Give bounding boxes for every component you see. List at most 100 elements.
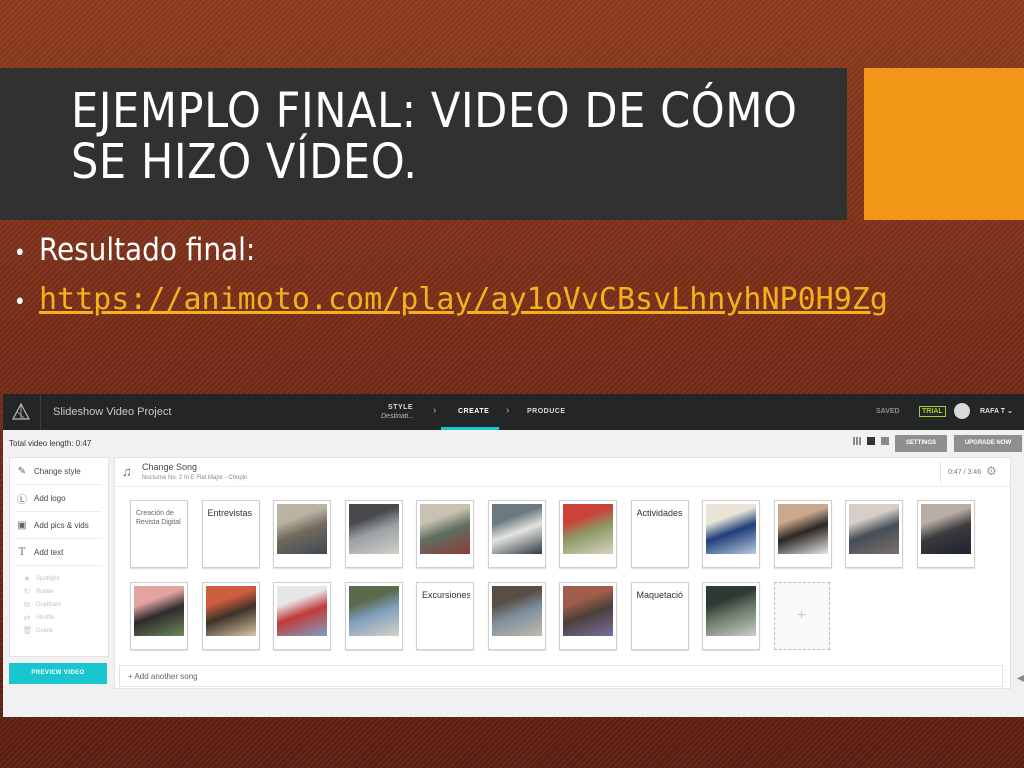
step-style[interactable]: STYLE	[388, 404, 413, 411]
animoto-logo-icon[interactable]	[11, 402, 31, 422]
logo-icon: Ⓛ	[17, 494, 27, 506]
photo-tile[interactable]	[273, 500, 331, 568]
upgrade-button[interactable]: UPGRADE NOW	[954, 435, 1022, 452]
tile-thumbnail	[134, 586, 184, 636]
sidebar-item-label: Rotate	[36, 588, 54, 595]
sidebar-item-label: Add pics & vids	[34, 520, 89, 530]
gear-icon[interactable]: ⚙	[986, 464, 997, 478]
song-bar: ♫ Change Song Nocturne No. 2 In E Flat M…	[115, 458, 1010, 487]
rotate-icon: ↻	[23, 587, 31, 596]
sidebar-item-add-text[interactable]: T Add text	[16, 539, 102, 566]
photo-tile[interactable]	[845, 500, 903, 568]
sidebar: ✎ Change style Ⓛ Add logo ▣ Add pics & v…	[9, 457, 109, 657]
tile-text: Actividades	[636, 509, 683, 518]
animoto-link[interactable]: https://animoto.com/play/ay1oVvCBsvLhnyh…	[39, 282, 888, 317]
tile-thumbnail	[277, 504, 327, 554]
song-divider	[940, 462, 941, 484]
song-time: 0:47 / 3:46	[948, 469, 982, 476]
trial-badge[interactable]: TRIAL	[919, 406, 946, 417]
chevron-right-icon: ›	[506, 405, 510, 416]
text-tile[interactable]: Creación de Revista Digital	[130, 500, 188, 568]
photo-tile[interactable]	[344, 500, 403, 568]
sidebar-item-rotate[interactable]: ↻ Rotate	[22, 587, 54, 596]
song-name: Nocturne No. 2 In E Flat Major - Chopin	[142, 475, 248, 481]
photo-tile[interactable]	[344, 582, 403, 650]
sidebar-item-label: Shuffle	[36, 614, 55, 621]
sidebar-item-spotlight[interactable]: ★ Spotlight	[22, 574, 59, 583]
tile-text: Maquetació	[636, 591, 684, 600]
tile-text: Entrevistas	[207, 509, 253, 518]
bullet-item: • Resultado final:	[14, 232, 888, 282]
photo-tile[interactable]	[273, 582, 331, 650]
tile-thumbnail	[563, 504, 613, 554]
text-tile[interactable]: Actividades	[630, 500, 689, 568]
sidebar-item-add-logo[interactable]: Ⓛ Add logo	[16, 485, 102, 512]
step-produce[interactable]: PRODUCE	[527, 408, 566, 415]
bullet-item: • https://animoto.com/play/ay1oVvCBsvLhn…	[14, 282, 888, 332]
photo-tile[interactable]	[201, 582, 260, 650]
star-icon: ★	[23, 574, 31, 583]
tile-text: Creación de Revista Digital	[136, 510, 181, 526]
photo-tile[interactable]	[773, 500, 832, 568]
music-note-icon: ♫	[122, 464, 132, 479]
sidebar-item-label: Duplicate	[36, 602, 62, 608]
change-song-link[interactable]: Change Song	[142, 462, 197, 472]
photo-tile[interactable]	[559, 582, 617, 650]
photo-tile[interactable]	[916, 500, 975, 568]
photo-tile[interactable]	[130, 582, 188, 650]
sidebar-item-label: Change style	[34, 466, 81, 476]
media-icon: ▣	[17, 519, 27, 531]
storyboard-panel: ♫ Change Song Nocturne No. 2 In E Flat M…	[114, 457, 1011, 689]
slide-title: EJEMPLO FINAL: VIDEO DE CÓMO SE HIZO VÍD…	[71, 83, 798, 190]
project-title[interactable]: Slideshow Video Project	[53, 406, 171, 418]
sidebar-item-label: Add logo	[34, 493, 66, 503]
tile-text: Excursiones	[422, 591, 470, 600]
tile-thumbnail	[849, 504, 899, 554]
trash-icon: 🗑	[22, 626, 33, 635]
photo-tile[interactable]	[702, 500, 760, 568]
tile-thumbnail	[205, 586, 256, 636]
photo-tile[interactable]	[487, 582, 546, 650]
photo-tile[interactable]	[702, 582, 760, 650]
bullet-dot: •	[14, 290, 26, 315]
tile-thumbnail	[563, 586, 613, 636]
tile-thumbnail	[706, 586, 756, 636]
user-menu[interactable]: RAFA T ⌄	[980, 407, 1013, 415]
photo-tile[interactable]	[559, 500, 617, 568]
text-tile[interactable]: Maquetació	[630, 582, 689, 650]
brush-icon: ✎	[17, 465, 27, 477]
add-song-button[interactable]: + Add another song	[119, 665, 1003, 687]
text-tile[interactable]: Excursiones	[416, 582, 474, 650]
tile-thumbnail	[706, 504, 756, 554]
sidebar-item-label: Delete	[36, 627, 54, 634]
tile-thumbnail	[920, 504, 971, 554]
grid-view-medium-icon[interactable]	[867, 437, 875, 445]
shuffle-icon: ⇄	[23, 613, 31, 622]
sidebar-item-delete[interactable]: 🗑 Delete	[22, 626, 53, 635]
sidebar-item-add-pics[interactable]: ▣ Add pics & vids	[16, 512, 102, 539]
active-step-indicator	[441, 427, 499, 430]
add-tile-button[interactable]: +	[773, 582, 830, 650]
bullet-dot: •	[14, 241, 26, 266]
photo-tile[interactable]	[487, 500, 546, 568]
tile-thumbnail	[277, 586, 327, 636]
text-tile[interactable]: Entrevistas	[201, 500, 260, 568]
grid-view-small-icon[interactable]	[853, 437, 861, 445]
text-icon: T	[18, 546, 26, 558]
step-create[interactable]: CREATE	[458, 408, 489, 415]
duplicate-icon: ⧉	[24, 600, 30, 609]
tile-thumbnail	[491, 504, 542, 554]
grid-view-large-icon[interactable]	[881, 437, 889, 445]
sidebar-item-label: Add text	[34, 547, 64, 557]
preview-video-button[interactable]: PREVIEW VIDEO	[9, 663, 107, 684]
collapse-arrow-icon[interactable]: ◀	[1017, 673, 1024, 684]
avatar[interactable]	[954, 403, 970, 419]
tile-thumbnail	[777, 504, 828, 554]
tile-thumbnail	[348, 504, 399, 554]
settings-button[interactable]: SETTINGS	[895, 435, 947, 452]
photo-tile[interactable]	[416, 500, 474, 568]
sidebar-item-change-style[interactable]: ✎ Change style	[16, 458, 102, 485]
chevron-right-icon: ›	[433, 405, 437, 416]
sidebar-item-duplicate[interactable]: ⧉ Duplicate	[22, 600, 61, 610]
sidebar-item-shuffle[interactable]: ⇄ Shuffle	[22, 613, 55, 622]
